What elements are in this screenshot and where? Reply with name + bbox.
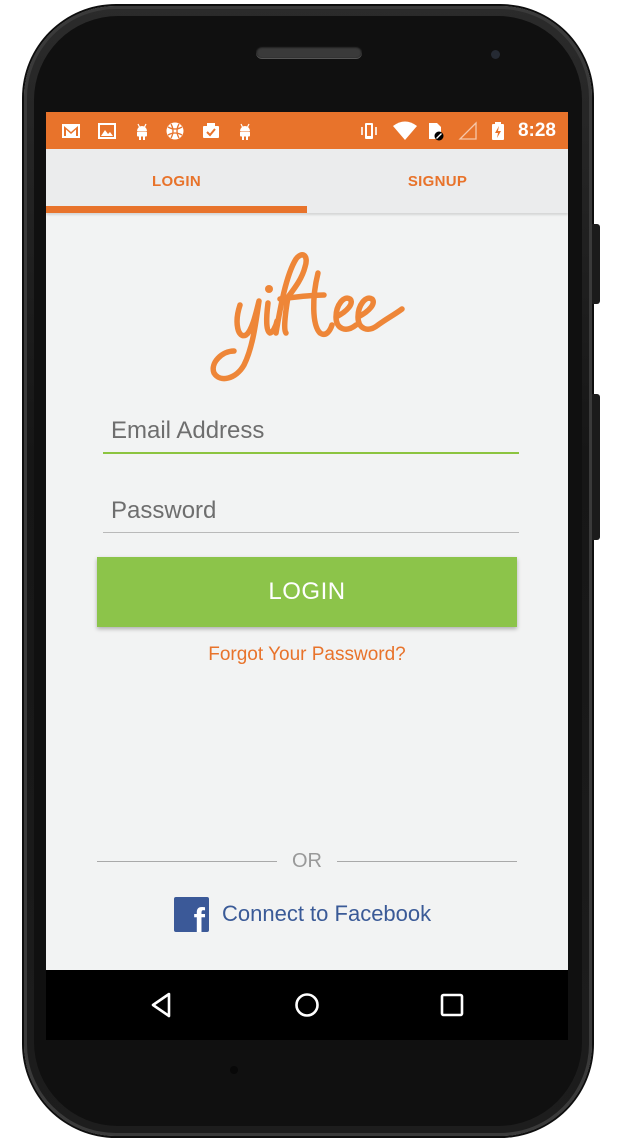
email-field[interactable]: [103, 410, 519, 454]
facebook-icon: f: [174, 896, 209, 932]
app-screen: 8:28 LOGIN SIGNUP LOGIN Forgot Your Pass…: [46, 112, 568, 1040]
home-icon[interactable]: [289, 987, 325, 1023]
front-camera: [491, 50, 500, 59]
android-icon: [137, 123, 147, 140]
recent-apps-icon[interactable]: [434, 987, 470, 1023]
password-field[interactable]: [103, 490, 519, 533]
tab-login[interactable]: LOGIN: [46, 149, 307, 213]
tab-signup[interactable]: SIGNUP: [307, 149, 568, 213]
selected-tab-indicator: [46, 206, 307, 213]
vibrate-icon: [361, 123, 377, 139]
basketball-icon: [166, 122, 184, 140]
gmail-icon: [62, 124, 80, 138]
status-time: 8:28: [517, 120, 556, 141]
checklist-icon: [203, 123, 219, 138]
divider-line-right: [337, 861, 517, 862]
power-button: [592, 224, 600, 304]
earpiece-speaker: [256, 46, 362, 58]
status-bar: 8:28: [46, 112, 568, 149]
or-divider: OR: [97, 849, 517, 875]
forgot-password-link[interactable]: Forgot Your Password?: [46, 644, 568, 666]
tab-bar: LOGIN SIGNUP: [46, 149, 568, 213]
android-icon: [240, 123, 250, 140]
volume-button: [592, 394, 600, 540]
back-icon[interactable]: [144, 987, 180, 1023]
no-signal-icon: [458, 121, 477, 140]
connect-facebook-button[interactable]: f Connect to Facebook: [174, 896, 431, 932]
microphone: [230, 1066, 238, 1074]
gallery-icon: [98, 123, 116, 139]
navigation-bar: [46, 970, 568, 1040]
sim-blocked-icon: [429, 123, 444, 141]
battery-charging-icon: [492, 122, 504, 140]
login-button[interactable]: LOGIN: [97, 557, 517, 627]
yiftee-logo: [210, 252, 405, 382]
facebook-label: Connect to Facebook: [222, 901, 432, 926]
wifi-icon: [393, 121, 417, 140]
